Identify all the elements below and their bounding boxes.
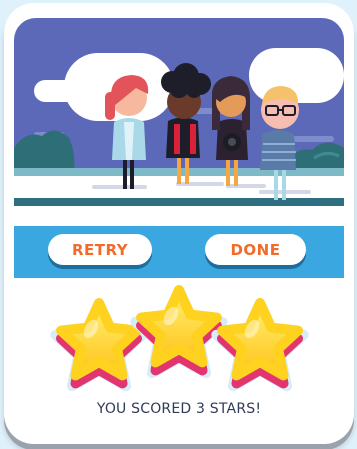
characters-scene (14, 18, 344, 226)
stars-rating (50, 285, 309, 392)
score-message: YOU SCORED 3 STARS! (96, 401, 262, 417)
results-card: RETRY DONE YOU SCORED 3 STARS! (4, 3, 354, 444)
star-icon (211, 298, 309, 392)
results-panel: RETRY DONE YOU SCORED 3 STARS! (14, 18, 344, 426)
retry-button[interactable]: RETRY (48, 234, 152, 265)
star-icon (130, 285, 228, 379)
action-bar: RETRY DONE (14, 226, 344, 278)
done-button[interactable]: DONE (205, 234, 306, 265)
star-icon (50, 298, 148, 392)
